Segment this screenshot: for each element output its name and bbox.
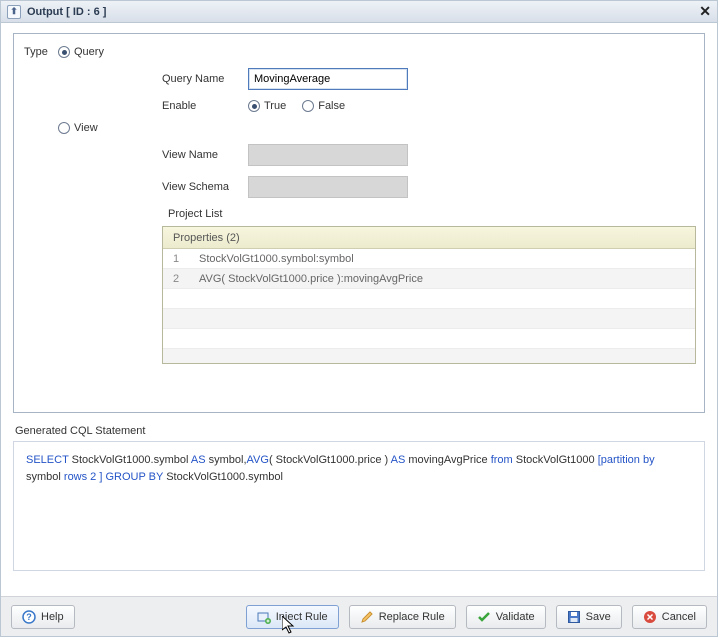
project-list-table: Properties (2) 1StockVolGt1000.symbol:sy…	[162, 226, 696, 364]
radio-dot-icon	[302, 100, 314, 112]
collapse-icon[interactable]: ⬆	[7, 5, 21, 19]
validate-label: Validate	[496, 611, 535, 623]
cancel-label: Cancel	[662, 611, 696, 623]
titlebar: ⬆ Output [ ID : 6 ] ✕	[1, 1, 717, 23]
type-panel: Type Query Query Name Enable True	[13, 33, 705, 413]
cql-keyword: rows 2 ] GROUP BY	[64, 471, 166, 483]
radio-false-label: False	[318, 100, 345, 112]
radio-true-label: True	[264, 100, 286, 112]
view-schema-input	[248, 176, 408, 198]
button-bar: ? Help Inject Rule Replace Rule Validate…	[1, 596, 717, 636]
close-icon[interactable]: ✕	[699, 3, 711, 20]
radio-query[interactable]: Query	[58, 46, 104, 58]
enable-label: Enable	[162, 100, 248, 112]
view-name-label: View Name	[162, 149, 248, 161]
generated-cql-statement: SELECT StockVolGt1000.symbol AS symbol,A…	[13, 441, 705, 571]
content-area: Type Query Query Name Enable True	[1, 23, 717, 577]
cql-keyword: AS	[191, 454, 209, 466]
cql-keyword: SELECT	[26, 454, 72, 466]
replace-rule-label: Replace Rule	[379, 611, 445, 623]
table-row[interactable]: 1StockVolGt1000.symbol:symbol	[163, 249, 695, 269]
query-name-label: Query Name	[162, 73, 248, 85]
cql-keyword: AS	[391, 454, 409, 466]
cql-token: ( StockVolGt1000.price )	[269, 454, 391, 466]
inject-icon	[257, 610, 271, 624]
query-name-input[interactable]	[248, 68, 408, 90]
row-text: StockVolGt1000.symbol:symbol	[199, 253, 354, 265]
view-schema-label: View Schema	[162, 181, 248, 193]
save-button[interactable]: Save	[556, 605, 622, 629]
table-header-text: Properties (2)	[173, 232, 240, 244]
table-row	[163, 289, 695, 309]
radio-dot-icon	[58, 46, 70, 58]
save-label: Save	[586, 611, 611, 623]
radio-enable-true[interactable]: True	[248, 100, 286, 112]
radio-enable-false[interactable]: False	[302, 100, 345, 112]
help-button-label: Help	[41, 611, 64, 623]
project-list-label: Project List	[168, 208, 696, 220]
cql-keyword: AVG	[247, 454, 269, 466]
row-index: 1	[173, 253, 199, 265]
table-row	[163, 309, 695, 329]
inject-rule-button[interactable]: Inject Rule	[246, 605, 339, 629]
validate-button[interactable]: Validate	[466, 605, 546, 629]
row-text: AVG( StockVolGt1000.price ):movingAvgPri…	[199, 273, 423, 285]
help-button[interactable]: ? Help	[11, 605, 75, 629]
cql-token: symbol,	[209, 454, 247, 466]
pencil-icon	[360, 610, 374, 624]
cql-token: symbol	[26, 471, 64, 483]
view-name-input	[248, 144, 408, 166]
radio-view[interactable]: View	[58, 122, 98, 134]
help-icon: ?	[22, 610, 36, 624]
cql-keyword: [partition by	[598, 454, 655, 466]
generated-cql-label: Generated CQL Statement	[15, 425, 703, 437]
radio-dot-icon	[58, 122, 70, 134]
radio-view-label: View	[74, 122, 98, 134]
svg-text:?: ?	[26, 612, 32, 622]
table-row	[163, 329, 695, 349]
table-row	[163, 349, 695, 364]
dialog-title: Output [ ID : 6 ]	[27, 6, 106, 18]
cql-keyword: from	[491, 454, 516, 466]
replace-rule-button[interactable]: Replace Rule	[349, 605, 456, 629]
type-label: Type	[22, 46, 58, 58]
cql-token: StockVolGt1000	[516, 454, 598, 466]
cancel-icon	[643, 610, 657, 624]
cancel-button[interactable]: Cancel	[632, 605, 707, 629]
table-header[interactable]: Properties (2)	[163, 227, 695, 249]
radio-dot-icon	[248, 100, 260, 112]
cql-token: StockVolGt1000.symbol	[72, 454, 191, 466]
cql-token: movingAvgPrice	[408, 454, 490, 466]
output-dialog: ⬆ Output [ ID : 6 ] ✕ Type Query Query N…	[0, 0, 718, 637]
radio-query-label: Query	[74, 46, 104, 58]
cql-token: StockVolGt1000.symbol	[166, 471, 283, 483]
inject-rule-label: Inject Rule	[276, 611, 328, 623]
check-icon	[477, 610, 491, 624]
save-icon	[567, 610, 581, 624]
row-index: 2	[173, 273, 199, 285]
table-row[interactable]: 2AVG( StockVolGt1000.price ):movingAvgPr…	[163, 269, 695, 289]
